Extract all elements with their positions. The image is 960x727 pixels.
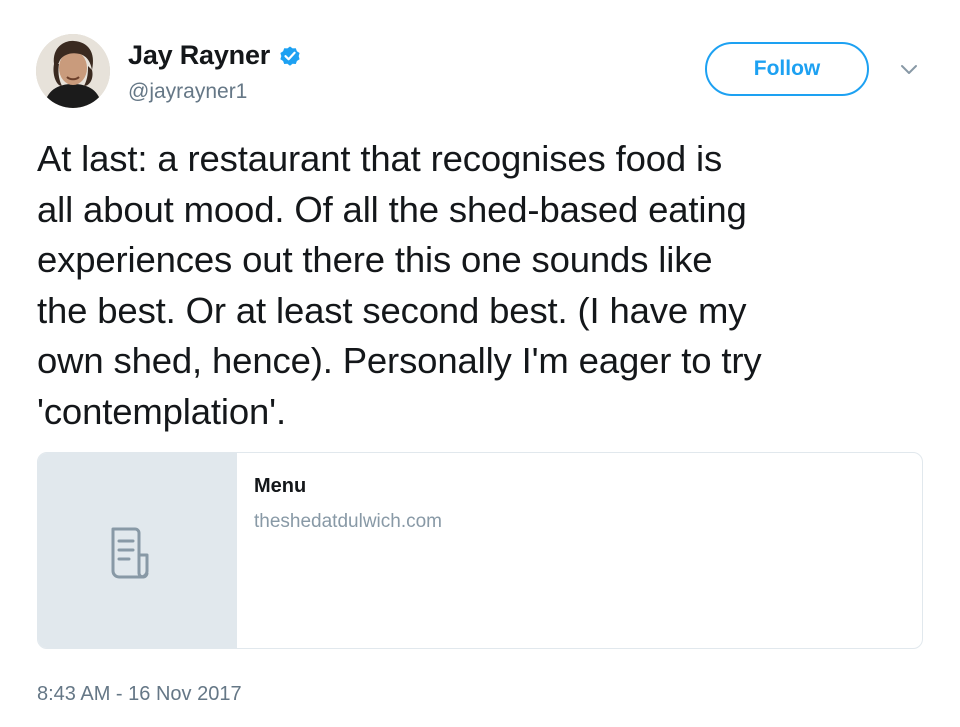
link-card[interactable]: Menu theshedatdulwich.com xyxy=(37,452,923,649)
tweet: Jay Rayner @jayrayner1 Follow At last: a… xyxy=(0,0,960,727)
card-title: Menu xyxy=(254,475,307,497)
author-name-row: Jay Rayner xyxy=(128,40,302,71)
tweet-text: At last: a restaurant that recognises fo… xyxy=(37,138,762,432)
author-handle[interactable]: @jayrayner1 xyxy=(128,80,247,104)
card-thumbnail xyxy=(38,453,237,648)
avatar-image xyxy=(36,34,110,108)
follow-button[interactable]: Follow xyxy=(705,42,869,96)
avatar[interactable] xyxy=(36,34,110,108)
chevron-down-icon[interactable] xyxy=(898,60,920,78)
verified-badge-icon xyxy=(278,44,302,68)
card-body: Menu theshedatdulwich.com xyxy=(237,453,442,648)
author-display-name[interactable]: Jay Rayner xyxy=(128,40,270,71)
tweet-timestamp[interactable]: 8:43 AM - 16 Nov 2017 xyxy=(37,683,242,706)
document-icon xyxy=(111,527,149,579)
card-domain: theshedatdulwich.com xyxy=(254,511,442,532)
